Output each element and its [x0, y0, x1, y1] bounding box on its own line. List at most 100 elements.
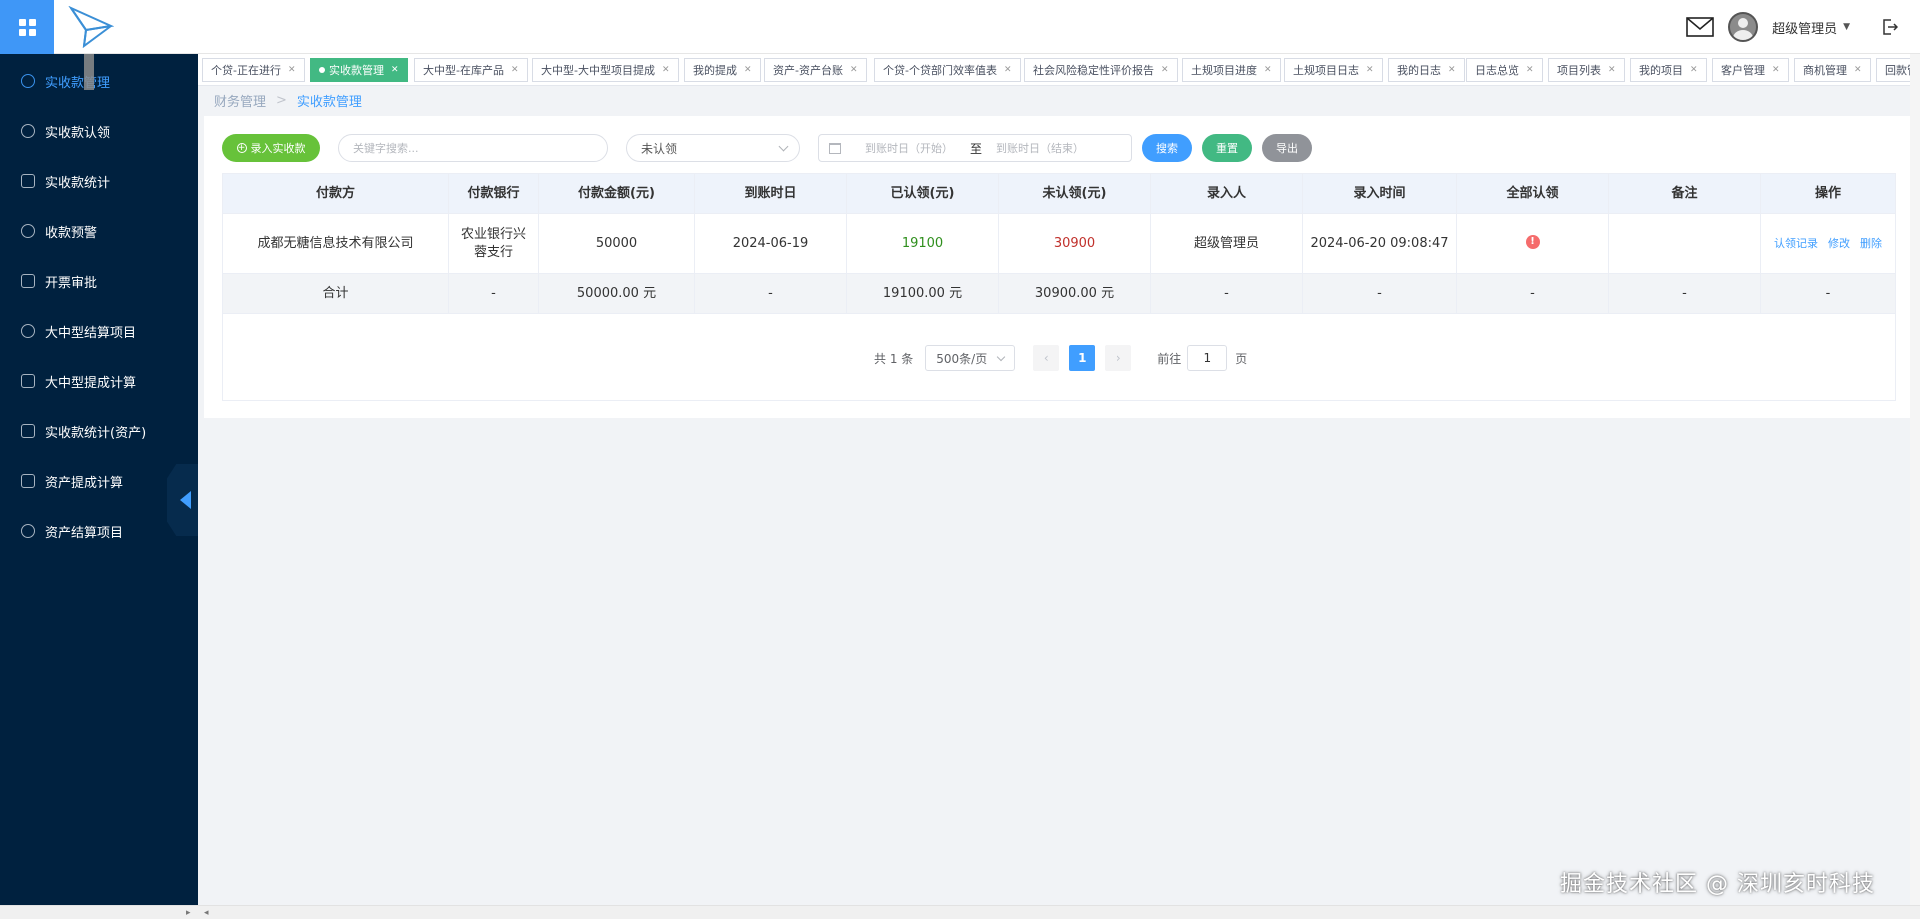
tab-large-products[interactable]: 大中型-在库产品 ✕ — [414, 58, 528, 82]
close-icon[interactable]: ✕ — [1004, 65, 1012, 75]
close-icon[interactable]: ✕ — [1366, 65, 1374, 75]
breadcrumb-parent[interactable]: 财务管理 — [214, 91, 266, 110]
arrival-date-range-picker[interactable]: 到账时日（开始） 至 到账时日（结束） — [818, 134, 1132, 162]
sidebar-item-label: 收款预警 — [45, 225, 98, 241]
prev-page-button[interactable]: ‹ — [1033, 345, 1060, 371]
close-icon[interactable]: ✕ — [1526, 65, 1534, 75]
close-icon[interactable]: ✕ — [1854, 65, 1862, 75]
sidebar-item-payment-management[interactable]: 实收款管理 — [0, 56, 198, 106]
sidebar-item-large-commission[interactable]: 大中型提成计算 — [0, 356, 198, 406]
page-size-select[interactable]: 500条/页 — [925, 345, 1016, 371]
sidebar-item-payment-statistics[interactable]: 实收款统计 — [0, 156, 198, 206]
sidebar-item-asset-statistics[interactable]: 实收款统计(资产) — [0, 406, 198, 456]
close-icon[interactable]: ✕ — [391, 65, 399, 75]
user-avatar[interactable] — [1728, 12, 1759, 42]
search-button[interactable]: 搜索 — [1142, 134, 1192, 162]
app-grid-button[interactable] — [0, 0, 54, 54]
page-number-current[interactable]: 1 — [1069, 345, 1096, 371]
goto-page-input[interactable]: 1 — [1187, 345, 1228, 371]
column-header[interactable]: 付款银行 — [449, 174, 539, 213]
column-header[interactable]: 操作 — [1761, 174, 1895, 213]
mail-icon[interactable] — [1686, 17, 1714, 37]
column-header[interactable]: 付款方 — [223, 174, 449, 213]
scroll-left-arrow-icon[interactable]: ◂ — [204, 908, 209, 918]
tab-project-list[interactable]: 项目列表 ✕ — [1548, 58, 1625, 82]
calendar-icon — [21, 474, 35, 488]
tabs-bar: 个贷-正在进行 ✕ 实收款管理 ✕ 大中型-在库产品 ✕ 大中型-大中型项目提成 ✕ 我… — [198, 54, 1920, 86]
tab-land-progress[interactable]: 土规项目进度 ✕ — [1182, 58, 1281, 82]
watermark-text: 掘金技术社区 @ 深圳亥时科技 — [1560, 872, 1875, 897]
column-header[interactable]: 备注 — [1609, 174, 1761, 213]
tab-land-log[interactable]: 土规项目日志 ✕ — [1284, 58, 1383, 82]
tab-label: 项目列表 — [1557, 64, 1601, 77]
active-dot-icon — [319, 67, 325, 73]
sidebar-item-label: 大中型提成计算 — [45, 375, 137, 391]
tab-opportunities[interactable]: 商机管理 ✕ — [1794, 58, 1871, 82]
column-header[interactable]: 录入人 — [1151, 174, 1303, 213]
tab-log-overview[interactable]: 日志总览 ✕ — [1466, 58, 1543, 82]
column-header[interactable]: 已认领(元) — [847, 174, 999, 213]
close-icon[interactable]: ✕ — [1161, 65, 1169, 75]
close-icon[interactable]: ✕ — [1772, 65, 1780, 75]
column-header[interactable]: 付款金额(元) — [539, 174, 695, 213]
tab-large-commission[interactable]: 大中型-大中型项目提成 ✕ — [532, 58, 679, 82]
claim-status-value: 未认领 — [641, 141, 678, 156]
close-icon[interactable]: ✕ — [288, 65, 296, 75]
reset-button[interactable]: 重置 — [1202, 134, 1252, 162]
keyword-search-input[interactable] — [338, 134, 608, 162]
table-row[interactable]: 成都无糖信息技术有限公司 农业银行兴蓉支行 50000 2024-06-19 1… — [223, 214, 1895, 274]
export-button[interactable]: 导出 — [1262, 134, 1312, 162]
edit-link[interactable]: 修改 — [1828, 235, 1850, 253]
goto-label: 前往 — [1157, 351, 1182, 366]
tab-label: 我的项目 — [1639, 64, 1683, 77]
column-header[interactable]: 到账时日 — [695, 174, 847, 213]
horizontal-scrollbar[interactable]: ▸ ◂ — [0, 905, 1920, 919]
tab-asset-ledger[interactable]: 资产-资产台账 ✕ — [764, 58, 867, 82]
sidebar-collapse-button[interactable] — [167, 464, 198, 536]
tab-efficiency-table[interactable]: 个贷-个贷部门效率值表 ✕ — [874, 58, 1021, 82]
tab-payment-management[interactable]: 实收款管理 ✕ — [310, 58, 408, 82]
sidebar: 实收款管理 实收款认领 实收款统计 收款预警 开票审批 大中型结算项目 大中型提… — [0, 54, 198, 905]
tab-risk-report[interactable]: 社会风险稳定性评价报告 ✕ — [1024, 58, 1178, 82]
user-icon — [21, 74, 35, 88]
page-vertical-scrollbar[interactable] — [1910, 54, 1920, 905]
sidebar-item-large-settlement[interactable]: 大中型结算项目 — [0, 306, 198, 356]
close-icon[interactable]: ✕ — [511, 65, 519, 75]
sidebar-scroll-thumb[interactable] — [84, 54, 94, 90]
user-icon — [21, 524, 35, 538]
payer-cell: 成都无糖信息技术有限公司 — [223, 214, 449, 273]
scroll-right-arrow-icon[interactable]: ▸ — [186, 908, 191, 918]
tab-label: 我的提成 — [693, 64, 737, 77]
close-icon[interactable]: ✕ — [744, 65, 752, 75]
logout-icon[interactable] — [1882, 19, 1898, 35]
caret-down-icon[interactable]: ▼ — [1843, 22, 1850, 32]
claim-status-select[interactable]: 未认领 — [626, 134, 800, 162]
tab-my-projects[interactable]: 我的项目 ✕ — [1630, 58, 1707, 82]
breadcrumb-separator: > — [276, 92, 287, 108]
close-icon[interactable]: ✕ — [662, 65, 670, 75]
close-icon[interactable]: ✕ — [1690, 65, 1698, 75]
date-end-input[interactable]: 到账时日（结束） — [996, 140, 1084, 156]
column-header[interactable]: 全部认领 — [1457, 174, 1609, 213]
column-header[interactable]: 未认领(元) — [999, 174, 1151, 213]
close-icon[interactable]: ✕ — [1608, 65, 1616, 75]
next-page-button[interactable]: › — [1105, 345, 1132, 371]
delete-link[interactable]: 删除 — [1860, 235, 1882, 253]
claim-records-link[interactable]: 认领记录 — [1774, 235, 1818, 253]
tab-personal-loan-ongoing[interactable]: 个贷-正在进行 ✕ — [202, 58, 305, 82]
sidebar-item-payment-warning[interactable]: 收款预警 — [0, 206, 198, 256]
close-icon[interactable]: ✕ — [1264, 65, 1272, 75]
column-header[interactable]: 录入时间 — [1303, 174, 1457, 213]
close-icon[interactable]: ✕ — [850, 65, 858, 75]
tab-my-log[interactable]: 我的日志 ✕ — [1388, 58, 1465, 82]
tab-customers[interactable]: 客户管理 ✕ — [1712, 58, 1789, 82]
sidebar-item-invoice-approval[interactable]: 开票审批 — [0, 256, 198, 306]
close-icon[interactable]: ✕ — [1448, 65, 1456, 75]
date-start-input[interactable]: 到账时日（开始） — [865, 140, 969, 156]
tab-my-commission[interactable]: 我的提成 ✕ — [684, 58, 761, 82]
summary-actions: - — [1825, 285, 1831, 301]
sidebar-item-payment-claim[interactable]: 实收款认领 — [0, 106, 198, 156]
paper-plane-logo — [68, 6, 114, 48]
add-payment-button[interactable]: + 录入实收款 — [222, 134, 320, 162]
user-name[interactable]: 超级管理员 — [1772, 18, 1837, 37]
